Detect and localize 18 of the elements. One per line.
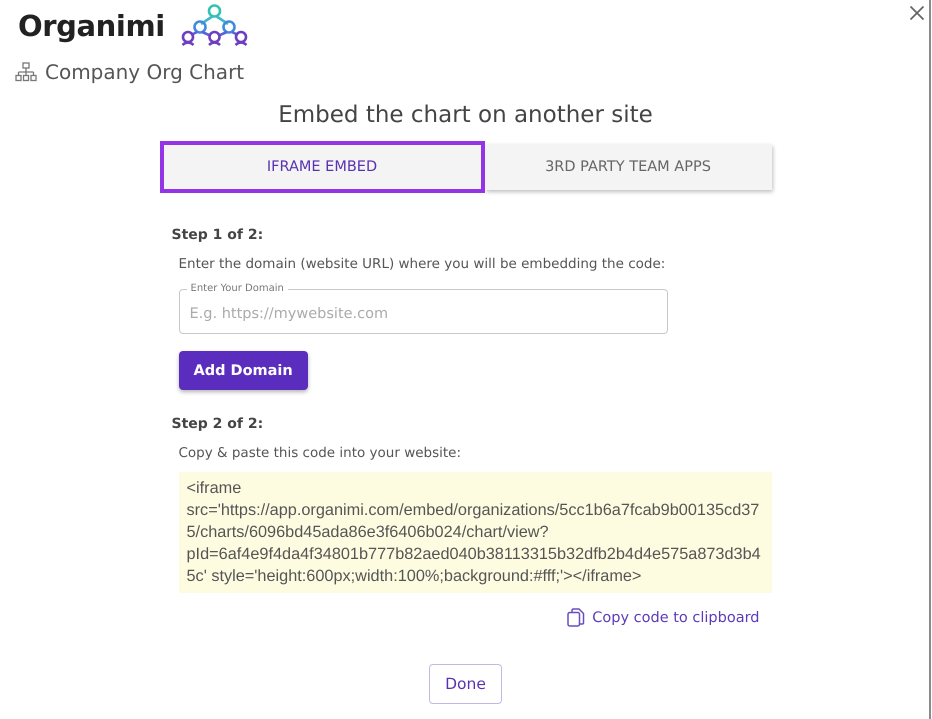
chart-name: Company Org Chart: [45, 60, 244, 84]
org-chart-icon: [15, 62, 37, 82]
step-heading: Step 2 of 2:: [172, 415, 264, 434]
step-heading: Step 1 of 2:: [172, 226, 264, 245]
add-domain-button[interactable]: Add Domain: [178, 351, 308, 390]
copy-code-link[interactable]: Copy code to clipboard: [567, 608, 760, 627]
dialog-title: Embed the chart on another site: [277, 101, 654, 130]
tab[interactable]: IFRAME EMBED: [160, 141, 484, 193]
done-button[interactable]: Done: [429, 664, 502, 704]
close-icon: [909, 5, 925, 21]
copy-icon: [567, 608, 586, 627]
tab[interactable]: 3RD PARTY TEAM APPS: [484, 144, 772, 190]
people-pyramid-logo-icon: [180, 3, 248, 46]
step-instruction: Copy & paste this code into your website:: [178, 444, 462, 463]
step-instruction: Enter the domain (website URL) where you will be embedding the code:: [178, 255, 666, 274]
embed-code-box: <iframe src='https://app.organimi.com/embed/organizations/5cc1b6a7fcab9b00135cd375/charts/6096bd45ada86e3f6406b024/chart/view?pId=6af4e9f4da4f34801b777b82aed040b38113315b32dfb2b4d4e575a873d3b45c' style='height:600px;width:100%;background:#fff;'></iframe>: [178, 472, 772, 593]
close-button[interactable]: [908, 4, 926, 22]
logo-wordmark: Organimi: [18, 8, 165, 44]
